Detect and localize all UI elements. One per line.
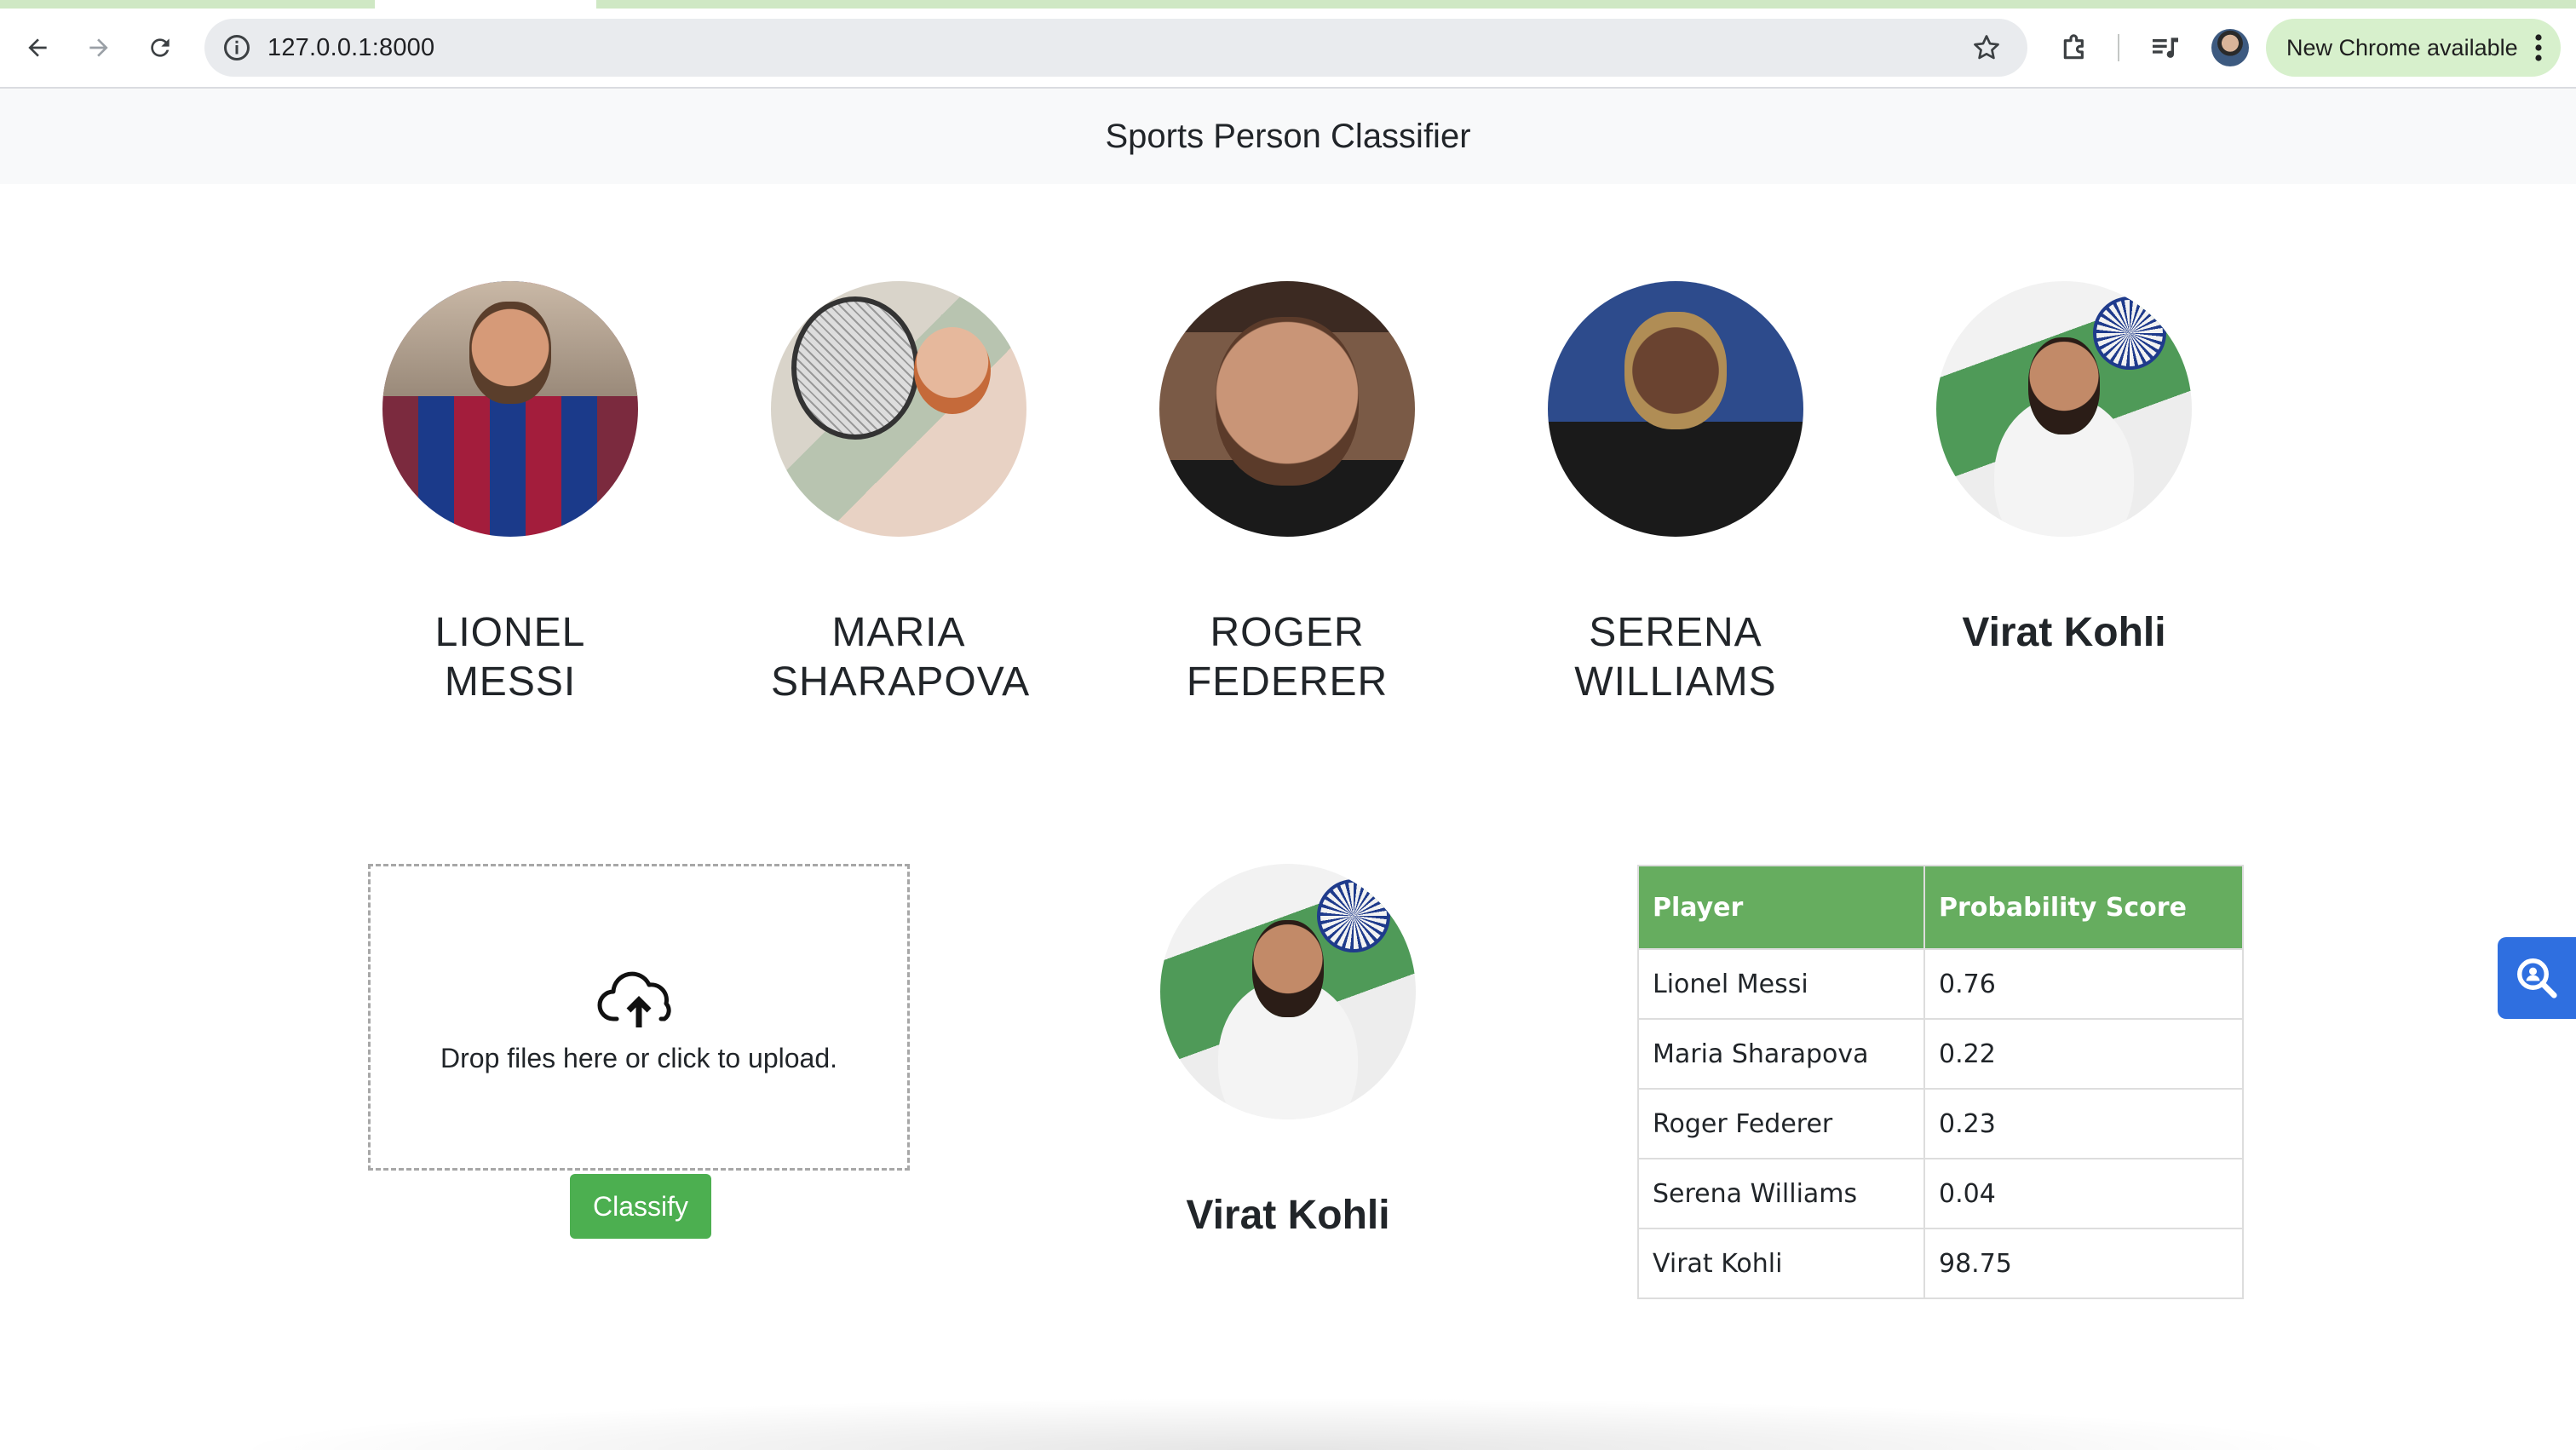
more-vertical-icon[interactable] xyxy=(2535,34,2542,61)
player-photo xyxy=(1936,281,2192,537)
cell-score: 0.04 xyxy=(1923,1158,2244,1229)
update-label: New Chrome available xyxy=(2286,34,2518,60)
player-name-line: MARIA xyxy=(831,610,966,655)
chrome-update-button[interactable]: New Chrome available xyxy=(2266,19,2561,77)
cell-player: Lionel Messi xyxy=(1637,948,1925,1020)
floating-zoom-tool[interactable] xyxy=(2498,937,2576,1019)
player-name-line: LIONEL xyxy=(434,610,586,655)
toolbar-divider xyxy=(2118,34,2119,61)
table-row: Serena Williams 0.04 xyxy=(1637,1158,2244,1229)
table-header-row: Player Probability Score xyxy=(1637,865,2244,950)
player-card-serena: SERENA WILLIAMS xyxy=(1548,281,1803,707)
cell-score: 98.75 xyxy=(1923,1228,2244,1299)
player-name-line: WILLIAMS xyxy=(1574,659,1777,705)
table-row: Maria Sharapova 0.22 xyxy=(1637,1018,2244,1090)
player-name: MARIA SHARAPOVA xyxy=(771,608,1031,707)
file-dropzone[interactable]: Drop files here or click to upload. xyxy=(368,864,910,1171)
result-name: Virat Kohli xyxy=(1186,1193,1390,1238)
page-title: Sports Person Classifier xyxy=(1105,117,1471,155)
tab-highlight xyxy=(596,0,2576,9)
player-card-virat: Virat Kohli xyxy=(1936,281,2192,658)
tab-highlight xyxy=(0,0,375,9)
reload-button[interactable] xyxy=(140,27,181,68)
player-name-line: ROGER xyxy=(1210,610,1365,655)
player-card-sharapova: MARIA SHARAPOVA xyxy=(771,281,1031,707)
player-card-messi: LIONEL MESSI xyxy=(382,281,638,707)
cell-player: Maria Sharapova xyxy=(1637,1018,1925,1090)
back-button[interactable] xyxy=(17,27,58,68)
table-row: Lionel Messi 0.76 xyxy=(1637,948,2244,1020)
cell-player: Roger Federer xyxy=(1637,1088,1925,1159)
player-name: ROGER FEDERER xyxy=(1159,608,1415,707)
player-photo xyxy=(1159,281,1415,537)
result-photo xyxy=(1160,864,1416,1119)
player-card-federer: ROGER FEDERER xyxy=(1159,281,1415,707)
arrow-right-icon xyxy=(89,38,108,57)
player-name-line: SERENA xyxy=(1589,610,1762,655)
browser-toolbar: 127.0.0.1:8000 New Chrome available xyxy=(0,9,2576,89)
player-name: LIONEL MESSI xyxy=(382,608,638,707)
player-name-line: MESSI xyxy=(444,659,577,705)
bookmark-star-icon[interactable] xyxy=(1971,32,2002,63)
reload-icon xyxy=(151,38,170,57)
cloud-upload-icon xyxy=(597,971,671,1027)
cell-score: 0.76 xyxy=(1923,948,2244,1020)
page-bottom-shadow xyxy=(221,1397,2351,1450)
site-info-icon[interactable] xyxy=(221,32,252,63)
url-text[interactable]: 127.0.0.1:8000 xyxy=(267,19,434,77)
table-row: Roger Federer 0.23 xyxy=(1637,1088,2244,1159)
table-row: Virat Kohli 98.75 xyxy=(1637,1228,2244,1299)
classify-button[interactable]: Classify xyxy=(570,1174,711,1239)
cell-score: 0.22 xyxy=(1923,1018,2244,1090)
player-name-line: SHARAPOVA xyxy=(771,659,1031,705)
player-name-line: FEDERER xyxy=(1186,659,1389,705)
player-photo xyxy=(382,281,638,537)
arrow-left-icon xyxy=(28,38,47,57)
player-name-line: Virat Kohli xyxy=(1962,610,2166,655)
magnifier-user-icon xyxy=(2517,958,2557,998)
column-header-player: Player xyxy=(1637,865,1925,950)
dropzone-prompt: Drop files here or click to upload. xyxy=(440,1042,837,1073)
column-header-score: Probability Score xyxy=(1923,865,2244,950)
tab-strip xyxy=(0,0,2576,9)
media-queue-icon[interactable] xyxy=(2148,31,2182,65)
cell-player: Serena Williams xyxy=(1637,1158,1925,1229)
cell-player: Virat Kohli xyxy=(1637,1228,1925,1299)
result-card: Virat Kohli xyxy=(1160,864,1416,1240)
extensions-puzzle-icon[interactable] xyxy=(2058,31,2092,65)
address-bar[interactable]: 127.0.0.1:8000 xyxy=(204,19,2027,77)
player-photo xyxy=(1548,281,1803,537)
forward-button[interactable] xyxy=(78,27,119,68)
player-name: Virat Kohli xyxy=(1936,608,2192,658)
profile-avatar[interactable] xyxy=(2211,29,2249,66)
site-header: Sports Person Classifier xyxy=(0,89,2576,184)
player-photo xyxy=(771,281,1026,537)
player-name: SERENA WILLIAMS xyxy=(1548,608,1803,707)
cell-score: 0.23 xyxy=(1923,1088,2244,1159)
probability-table: Player Probability Score Lionel Messi 0.… xyxy=(1637,865,2244,1299)
